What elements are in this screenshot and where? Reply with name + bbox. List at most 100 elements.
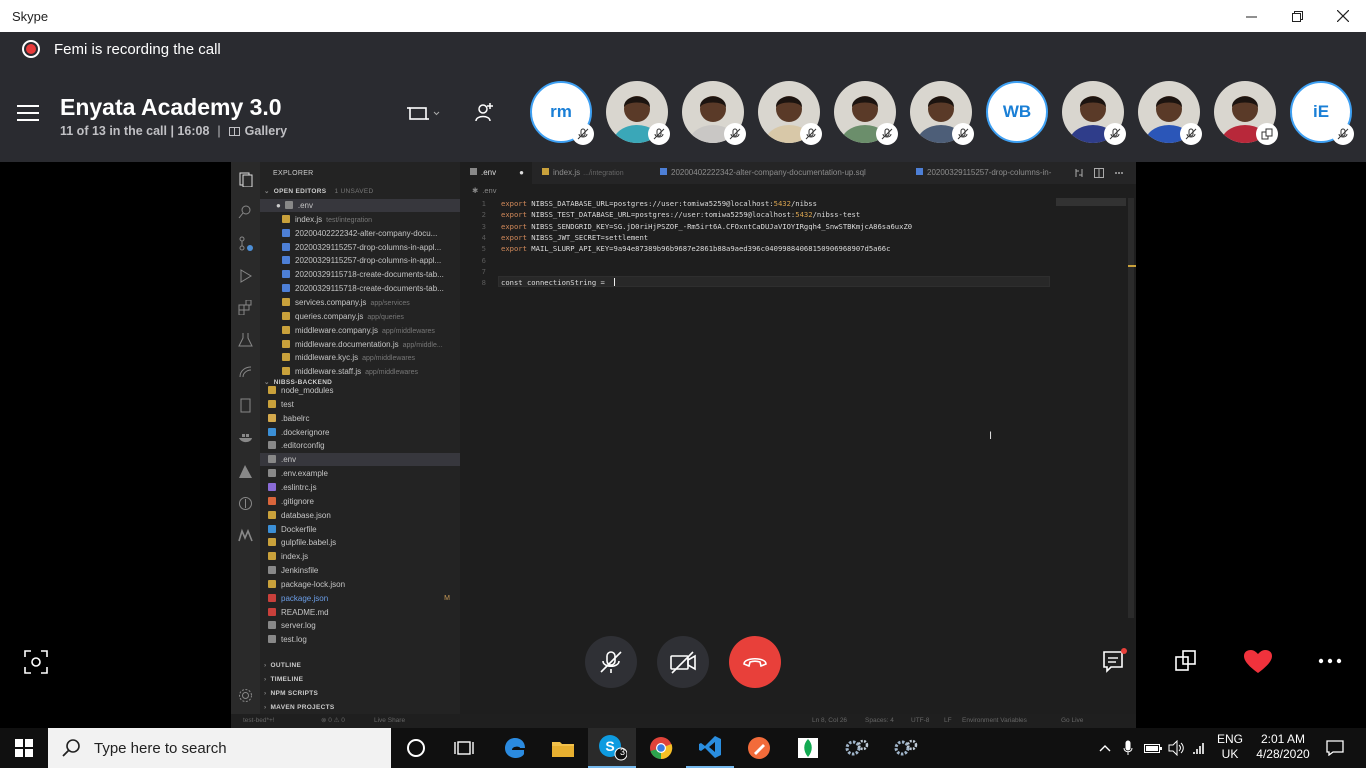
open-editor-item[interactable]: 20200402222342-alter-company-docu... (260, 227, 460, 240)
file-tree-item[interactable]: Dockerfile (260, 523, 460, 536)
status-go-live[interactable]: Go Live (1061, 714, 1083, 728)
open-editor-item[interactable]: middleware.staff.js app/middlewares (260, 365, 460, 378)
bookmark-icon[interactable] (238, 398, 253, 413)
open-editor-item[interactable]: middleware.kyc.js app/middlewares (260, 351, 460, 364)
open-editor-item[interactable]: 20200329115257-drop-columns-in-appl... (260, 254, 460, 267)
status-encoding[interactable]: UTF-8 (911, 714, 929, 728)
file-tree-item[interactable]: .dockerignore (260, 426, 460, 439)
file-tree-item[interactable]: .gitignore (260, 495, 460, 508)
file-tree-item[interactable]: package-lock.json (260, 578, 460, 591)
file-tree-item[interactable]: database.json (260, 509, 460, 522)
participant-avatar[interactable]: rm (530, 81, 594, 145)
taskbar-chrome[interactable] (637, 728, 685, 768)
participant-avatar[interactable] (834, 81, 898, 145)
file-tree-item[interactable]: .env.example (260, 467, 460, 480)
split-editor-icon[interactable] (1094, 168, 1104, 178)
minimap[interactable] (1056, 198, 1126, 206)
status-live-share[interactable]: Live Share (374, 714, 405, 728)
battery-tray[interactable] (1142, 728, 1164, 768)
more-actions-icon[interactable] (1114, 168, 1124, 178)
file-tree-item[interactable]: node_modules (260, 384, 460, 397)
participant-avatar[interactable] (1062, 81, 1126, 145)
sidebar-section-header[interactable]: › TIMELINE (264, 676, 303, 683)
editor-tab[interactable]: 20200402222342-alter-company-documentati… (650, 162, 906, 184)
start-button[interactable] (0, 728, 48, 768)
taskbar-file-explorer[interactable] (539, 728, 587, 768)
file-tree-item[interactable]: server.log (260, 619, 460, 632)
show-hidden-icons-button[interactable] (1095, 728, 1115, 768)
open-editor-item[interactable]: queries.company.js app/queries (260, 310, 460, 323)
file-tree-item[interactable]: .env (260, 453, 460, 467)
editor-scrollbar[interactable] (1128, 198, 1134, 618)
unsaved-dot-icon[interactable]: ● (519, 162, 524, 184)
explorer-icon[interactable] (238, 172, 253, 187)
azure-icon[interactable] (238, 464, 253, 479)
open-editor-item[interactable]: ● .env (260, 199, 460, 212)
language-indicator[interactable]: ENG UK (1213, 732, 1247, 762)
editor-tab[interactable]: 20200329115257-drop-columns-in- (906, 162, 1066, 184)
file-tree-item[interactable]: index.js (260, 550, 460, 563)
sidebar-section-header[interactable]: › OUTLINE (264, 662, 301, 669)
cortana-button[interactable] (393, 728, 439, 768)
sidebar-section-header[interactable]: › MAVEN PROJECTS (264, 704, 335, 711)
open-editor-item[interactable]: 20200329115718-create-documents-tab... (260, 268, 460, 281)
search-icon[interactable] (238, 204, 253, 219)
participant-avatar[interactable] (682, 81, 746, 145)
open-editor-item[interactable]: index.js test/integration (260, 213, 460, 226)
file-tree-item[interactable]: package.json M (260, 592, 460, 605)
open-editor-item[interactable]: middleware.documentation.js app/middle... (260, 338, 460, 351)
file-tree-item[interactable]: .eslintrc.js (260, 481, 460, 494)
remote-icon[interactable] (238, 364, 253, 379)
open-editor-item[interactable]: 20200329115718-create-documents-tab... (260, 282, 460, 295)
file-tree-item[interactable]: .babelrc (260, 412, 460, 425)
open-editor-item[interactable]: services.company.js app/services (260, 296, 460, 309)
file-tree-item[interactable]: gulpfile.babel.js (260, 536, 460, 549)
source-control-icon[interactable] (238, 236, 253, 251)
participant-avatar[interactable] (910, 81, 974, 145)
participant-avatar[interactable]: iE (1290, 81, 1354, 145)
screen-layout-button[interactable] (404, 102, 444, 124)
file-tree-item[interactable]: README.md (260, 606, 460, 619)
status-branch[interactable]: test-bed*+! (243, 714, 275, 728)
open-editors-header[interactable]: ⌄ OPEN EDITORS 1 UNSAVED (264, 187, 374, 195)
close-button[interactable] (1320, 0, 1366, 32)
participant-avatar[interactable] (758, 81, 822, 145)
run-debug-icon[interactable] (238, 268, 253, 283)
testing-icon[interactable] (238, 332, 253, 347)
extensions-icon[interactable] (238, 300, 253, 315)
clock[interactable]: 2:01 AM 4/28/2020 (1250, 732, 1316, 762)
editor-tab[interactable]: .env ● (460, 162, 532, 184)
docker-icon[interactable] (238, 430, 253, 445)
taskbar-app-gears-1[interactable] (833, 728, 881, 768)
minimize-button[interactable] (1228, 0, 1274, 32)
taskbar-search[interactable]: Type here to search (48, 728, 391, 768)
editor-tab[interactable]: index.js .../integration (532, 162, 650, 184)
taskbar-vscode[interactable] (686, 728, 734, 768)
video-off-button[interactable] (657, 636, 709, 688)
menu-button[interactable] (17, 105, 39, 121)
switch-camera-button[interactable] (1174, 649, 1198, 673)
file-tree-item[interactable]: test.log (260, 633, 460, 646)
file-tree-item[interactable]: .editorconfig (260, 439, 460, 452)
taskbar-mongodb[interactable] (784, 728, 832, 768)
taskbar-postman[interactable] (735, 728, 783, 768)
compare-icon[interactable] (1074, 168, 1084, 178)
file-tree-item[interactable]: test (260, 398, 460, 411)
microphone-tray[interactable] (1119, 728, 1137, 768)
git-graph-icon[interactable] (238, 496, 253, 511)
more-options-button[interactable] (1318, 655, 1342, 667)
react-button[interactable] (1243, 649, 1273, 675)
maven-icon[interactable] (238, 528, 253, 543)
status-problems[interactable]: ⊗ 0 ⚠ 0 (321, 714, 345, 728)
sidebar-section-header[interactable]: › NPM SCRIPTS (264, 690, 318, 697)
participant-avatar[interactable]: WB (986, 81, 1048, 143)
open-editor-item[interactable]: middleware.company.js app/middlewares (260, 324, 460, 337)
task-view-button[interactable] (441, 728, 487, 768)
volume-tray[interactable] (1166, 728, 1188, 768)
network-tray[interactable] (1190, 728, 1212, 768)
gallery-button[interactable]: Gallery (228, 124, 287, 138)
action-center-button[interactable] (1320, 728, 1350, 768)
add-participant-button[interactable] (472, 100, 496, 124)
taskbar-skype[interactable]: S 3 (588, 728, 636, 768)
open-editor-item[interactable]: 20200329115257-drop-columns-in-appl... (260, 241, 460, 254)
